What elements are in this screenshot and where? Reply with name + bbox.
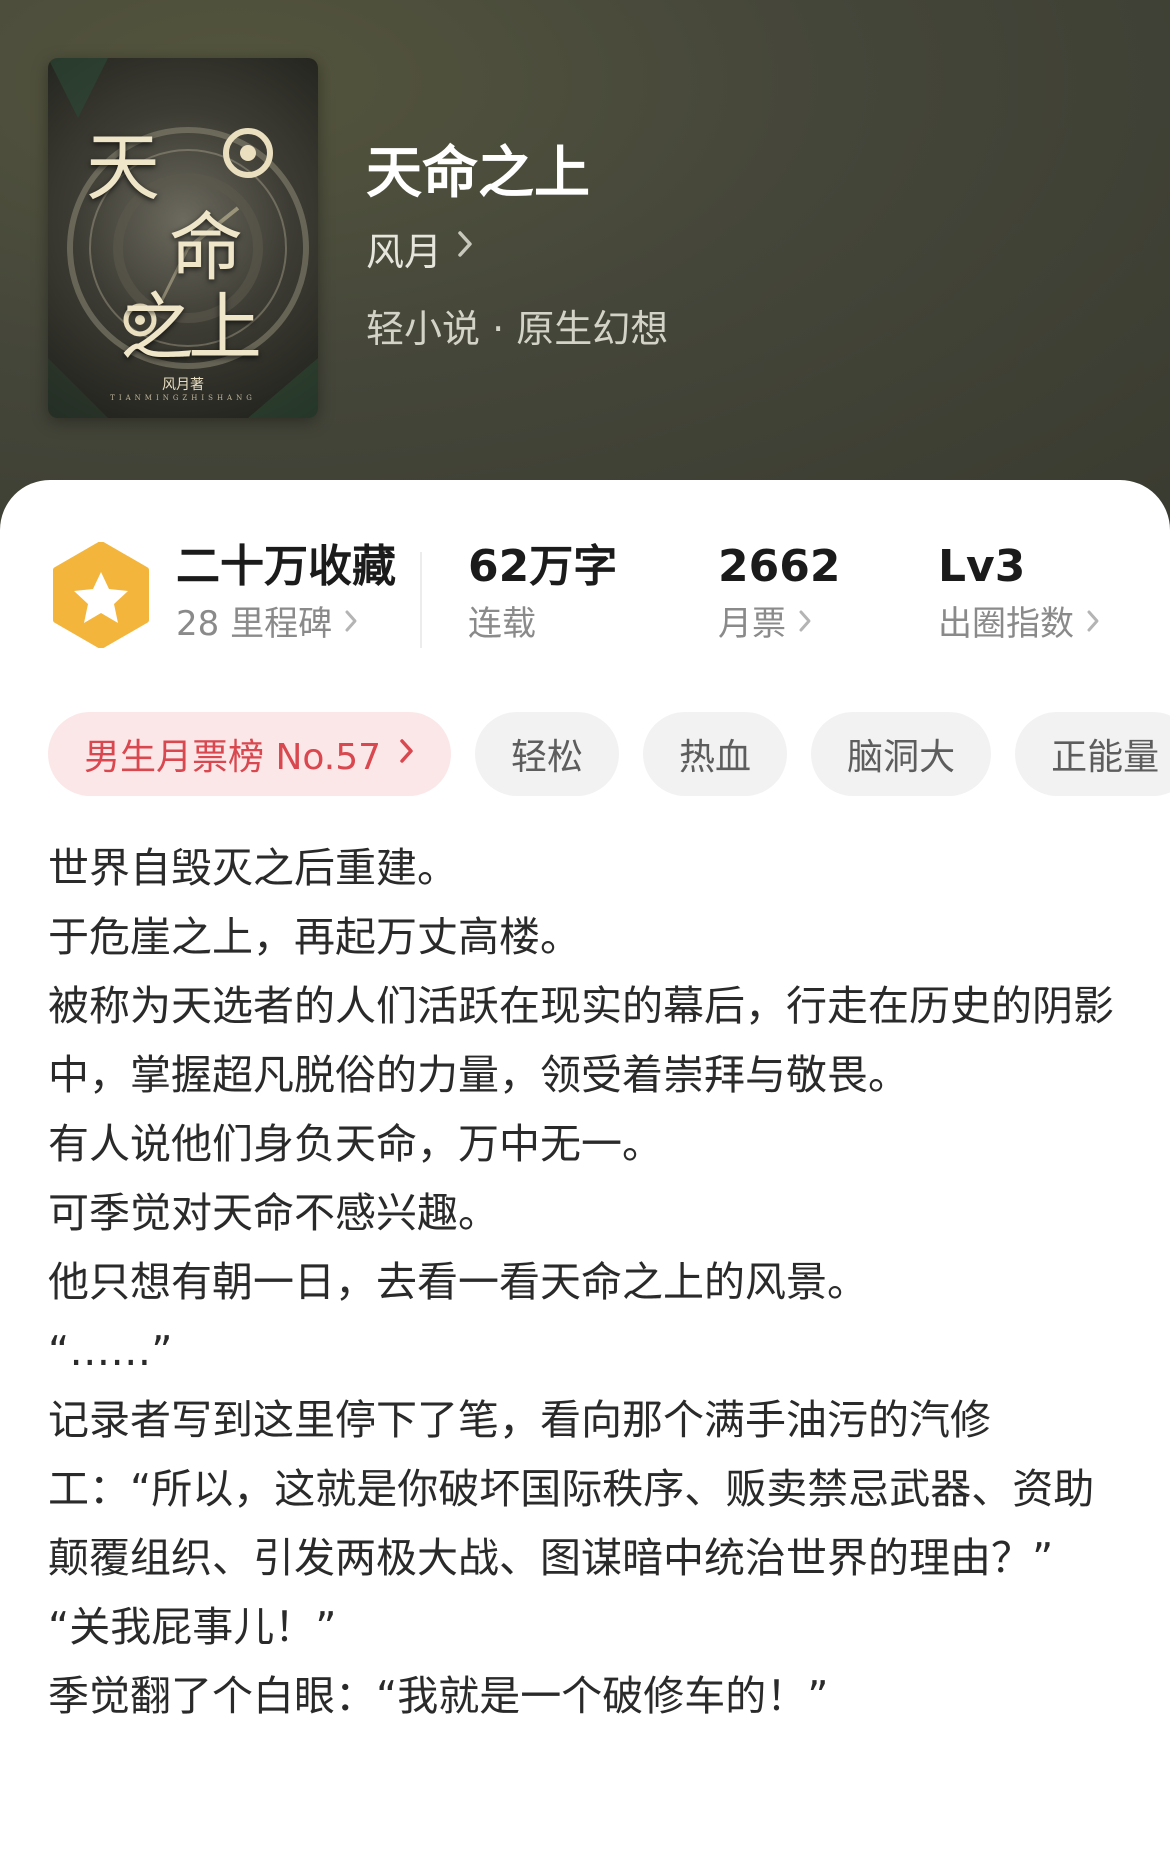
rank-label: 男生月票榜 No.57 xyxy=(84,737,382,778)
cover-author-text: 风月著 xyxy=(162,377,204,393)
synopsis-line: 有人说他们身负天命，万中无一。 xyxy=(48,1120,663,1168)
stat-word-count: 62万字 连载 xyxy=(468,540,617,646)
synopsis-line: 记录者写到这里停下了笔，看向那个满手油污的汽修工：“所以，这就是你破坏国际秩序、… xyxy=(48,1396,1095,1582)
synopsis-line: 于危崖之上，再起万丈高楼。 xyxy=(48,913,581,961)
tag-imaginative[interactable]: 脑洞大 xyxy=(811,712,992,796)
synopsis-line: 他只想有朝一日，去看一看天命之上的风景。 xyxy=(48,1258,868,1306)
synopsis-line: “……” xyxy=(48,1327,173,1375)
star-badge-icon xyxy=(52,541,150,649)
chevron-right-icon xyxy=(456,229,474,267)
chevron-right-icon xyxy=(1086,602,1100,646)
tag-positive[interactable]: 正能量 xyxy=(1015,712,1170,796)
tag-scroller[interactable]: 男生月票榜 No.57 轻松 热血 脑洞大 正能量 xyxy=(0,700,1170,810)
author-link[interactable]: 风月 xyxy=(366,222,474,274)
stat-collections[interactable]: 二十万收藏 28 里程碑 xyxy=(176,540,396,646)
serial-status: 连载 xyxy=(468,604,536,644)
monthly-ticket-label: 月票 xyxy=(718,604,786,644)
chevron-right-icon xyxy=(344,602,358,646)
chevron-right-icon xyxy=(798,602,812,646)
tag-relaxed[interactable]: 轻松 xyxy=(475,712,620,796)
chevron-right-icon xyxy=(399,735,415,773)
book-title: 天命之上 xyxy=(366,141,590,206)
synopsis-line: 被称为天选者的人们活跃在现实的幕后，行走在历史的阴影中，掌握超凡脱俗的力量，领受… xyxy=(48,982,1114,1099)
synopsis-line: 世界自毁灭之后重建。 xyxy=(48,844,458,892)
synopsis-line: 季觉翻了个白眼：“我就是一个破修车的！” xyxy=(48,1672,829,1720)
cover-title-art: 天 命 之上 xyxy=(86,125,262,371)
stat-monthly-tickets[interactable]: 2662 月票 xyxy=(718,540,840,646)
book-header: 天 命 之上 风月著 TIANMINGZHISHANG 天命之上 风月 轻小说 … xyxy=(0,0,1170,540)
milestone-label: 28 里程碑 xyxy=(176,604,333,644)
book-genre: 轻小说 · 原生幻想 xyxy=(366,307,669,351)
popularity-label: 出圈指数 xyxy=(938,604,1074,644)
tag-passionate[interactable]: 热血 xyxy=(643,712,788,796)
stat-divider xyxy=(420,552,422,648)
cover-pinyin-text: TIANMINGZHISHANG xyxy=(110,394,256,402)
popularity-level: Lv3 xyxy=(938,541,1026,592)
monthly-ticket-count: 2662 xyxy=(718,541,841,592)
milestone-link[interactable]: 28 里程碑 xyxy=(176,602,396,646)
book-cover-image[interactable]: 天 命 之上 风月著 TIANMINGZHISHANG xyxy=(48,58,318,418)
book-synopsis: 世界自毁灭之后重建。 于危崖之上，再起万丈高楼。 被称为天选者的人们活跃在现实的… xyxy=(48,834,1128,1731)
stat-popularity-index[interactable]: Lv3 出圈指数 xyxy=(938,540,1100,646)
word-count: 62万字 xyxy=(468,541,618,592)
synopsis-line: “关我屁事儿！” xyxy=(48,1603,337,1651)
collections-count: 二十万收藏 xyxy=(176,541,396,592)
rank-tag[interactable]: 男生月票榜 No.57 xyxy=(48,712,452,796)
synopsis-line: 可季觉对天命不感兴趣。 xyxy=(48,1189,499,1237)
author-name: 风月 xyxy=(366,229,443,274)
